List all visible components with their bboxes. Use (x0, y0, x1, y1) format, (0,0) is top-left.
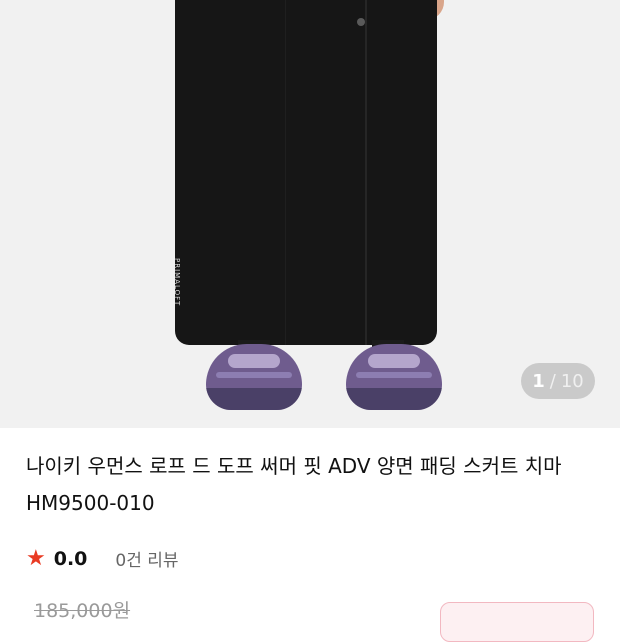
right-sneaker (346, 344, 442, 410)
sneaker-laces (228, 354, 280, 368)
skirt-snap-button (357, 18, 365, 26)
sneaker-sole (206, 388, 302, 410)
image-page-counter: 1 / 10 (521, 363, 595, 399)
padded-skirt-image: PRIMALOFT (173, 0, 437, 345)
rating-score: 0.0 (53, 547, 88, 570)
star-icon: ★ (26, 545, 46, 571)
total-image-count: 10 (560, 370, 584, 392)
skirt-seam (365, 0, 367, 345)
product-title: 나이키 우먼스 로프 드 도프 써머 핏 ADV 양면 패딩 스커트 치마 HM… (26, 454, 562, 515)
review-count-link[interactable]: 0건 리뷰 (115, 546, 178, 571)
skirt-fold (285, 0, 286, 345)
rating-row: ★ 0.0 0건 리뷰 (26, 546, 179, 571)
left-sneaker (206, 344, 302, 410)
purchase-button[interactable] (440, 602, 594, 642)
current-image-index: 1 (532, 370, 545, 392)
counter-separator: / (549, 370, 556, 392)
sneaker-strap (356, 372, 432, 378)
sneaker-strap (216, 372, 292, 378)
sneaker-laces (368, 354, 420, 368)
sneaker-sole (346, 388, 442, 410)
original-price: 185,000원 (34, 600, 131, 622)
product-image-gallery[interactable]: PRIMALOFT 1 / 10 (0, 0, 620, 428)
skirt-logo-print: PRIMALOFT (173, 258, 181, 307)
